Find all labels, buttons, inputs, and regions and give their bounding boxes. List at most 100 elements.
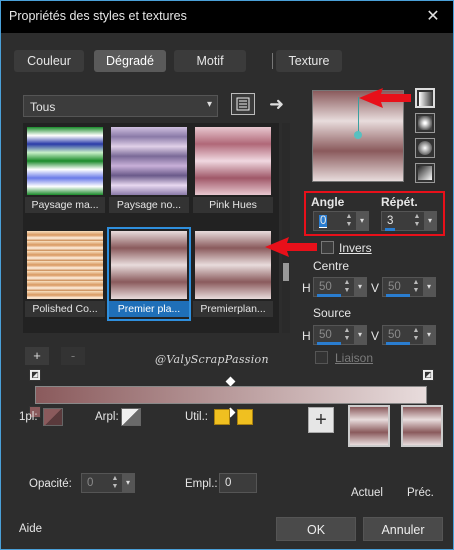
- close-icon[interactable]: ✕: [421, 6, 445, 28]
- empl-field[interactable]: 0: [219, 473, 257, 493]
- up-icon[interactable]: ▲: [342, 327, 352, 334]
- down-icon[interactable]: ▼: [342, 287, 352, 294]
- opacity-spinner[interactable]: 0 ▲ ▼ ▾: [81, 473, 135, 493]
- background-swatch[interactable]: [121, 408, 141, 426]
- add-to-swatches-button[interactable]: +: [308, 407, 334, 433]
- util-color-2[interactable]: [237, 409, 253, 425]
- center-v-slider[interactable]: [386, 294, 410, 297]
- foreground-swatch[interactable]: [43, 408, 63, 426]
- repeat-slider[interactable]: [385, 228, 395, 231]
- midpoint-handle-top[interactable]: [225, 376, 236, 387]
- tab-separator: [272, 53, 273, 69]
- previous-swatch[interactable]: [401, 405, 443, 447]
- chevron-down-icon[interactable]: ▾: [354, 326, 366, 344]
- corner-gradient-icon[interactable]: [415, 163, 435, 183]
- gradient-item[interactable]: Polished Co...: [25, 229, 105, 319]
- opacity-stop-start[interactable]: ◩: [29, 369, 41, 381]
- angle-spinner[interactable]: 0 ▲ ▼ ▾: [313, 211, 369, 231]
- gradient-label: Premier pla...: [109, 301, 189, 317]
- link-checkbox[interactable]: [315, 351, 328, 364]
- up-icon[interactable]: ▲: [412, 213, 422, 220]
- center-h-spinner[interactable]: 50 ▲ ▼ ▾: [313, 277, 367, 297]
- source-v-label: V: [371, 329, 380, 343]
- gradient-gallery: Paysage ma... Paysage no... Pink Hues Po…: [23, 123, 279, 333]
- angle-value[interactable]: 0: [319, 215, 328, 228]
- tab-degrade[interactable]: Dégradé: [94, 50, 166, 72]
- chevron-down-icon[interactable]: ▾: [356, 212, 368, 230]
- help-link[interactable]: Aide: [19, 523, 42, 535]
- ok-button[interactable]: OK: [276, 517, 356, 541]
- util-color-1[interactable]: [214, 409, 230, 425]
- gradient-bar[interactable]: [35, 386, 427, 404]
- invert-checkbox[interactable]: [321, 241, 334, 254]
- title-bar: Propriétés des styles et textures ✕: [1, 1, 453, 33]
- up-icon[interactable]: ▲: [344, 213, 354, 220]
- gradient-label: Paysage ma...: [25, 197, 105, 213]
- util-label: Util.:: [185, 411, 208, 423]
- remove-gradient-button[interactable]: -: [61, 347, 85, 365]
- window-title: Propriétés des styles et textures: [9, 9, 187, 23]
- tab-motif[interactable]: Motif: [174, 50, 246, 72]
- rectangular-gradient-icon[interactable]: [415, 113, 435, 133]
- gradient-swatch: [27, 127, 103, 195]
- library-view-button[interactable]: [231, 93, 255, 115]
- repeat-value[interactable]: 3: [387, 215, 393, 227]
- radial-gradient-icon[interactable]: [415, 138, 435, 158]
- up-icon[interactable]: ▲: [411, 327, 421, 334]
- source-h-slider[interactable]: [317, 342, 341, 345]
- scrollbar-thumb[interactable]: [283, 263, 289, 281]
- up-icon[interactable]: ▲: [110, 475, 120, 482]
- chevron-down-icon[interactable]: ▾: [423, 326, 435, 344]
- chevron-down-icon[interactable]: ▾: [423, 278, 435, 296]
- center-v-spinner[interactable]: 50 ▲ ▼ ▾: [382, 277, 436, 297]
- source-v-value[interactable]: 50: [388, 329, 401, 341]
- watermark-text: @ValyScrapPassion: [155, 353, 269, 366]
- arrow-right-icon[interactable]: ➜: [269, 94, 284, 115]
- opacity-stop-end[interactable]: ◩: [422, 369, 434, 381]
- angle-handle[interactable]: [354, 131, 362, 139]
- list-icon: [236, 97, 250, 111]
- gradient-item[interactable]: Paysage no...: [109, 125, 189, 215]
- center-v-label: V: [371, 281, 380, 295]
- gradient-item[interactable]: Pink Hues: [193, 125, 273, 215]
- category-select[interactable]: Tous ▾: [23, 95, 218, 117]
- gradient-item[interactable]: Paysage ma...: [25, 125, 105, 215]
- add-gradient-button[interactable]: +: [25, 347, 49, 365]
- empl-value[interactable]: 0: [225, 477, 231, 489]
- opacity-label: Opacité:: [29, 478, 72, 490]
- cancel-button[interactable]: Annuler: [363, 517, 443, 541]
- center-v-value[interactable]: 50: [388, 281, 401, 293]
- current-swatch[interactable]: [348, 405, 390, 447]
- gallery-scrollbar[interactable]: [282, 123, 290, 333]
- gradient-swatch: [111, 127, 187, 195]
- down-icon[interactable]: ▼: [411, 335, 421, 342]
- source-v-slider[interactable]: [386, 342, 410, 345]
- source-h-spinner[interactable]: 50 ▲ ▼ ▾: [313, 325, 367, 345]
- up-icon[interactable]: ▲: [411, 279, 421, 286]
- chevron-down-icon[interactable]: ▾: [354, 278, 366, 296]
- center-h-value[interactable]: 50: [319, 281, 332, 293]
- tab-couleur[interactable]: Couleur: [14, 50, 84, 72]
- down-icon[interactable]: ▼: [412, 221, 422, 228]
- center-h-slider[interactable]: [317, 294, 341, 297]
- source-label: Source: [313, 306, 352, 320]
- link-label: Liaison: [335, 351, 374, 365]
- chevron-down-icon[interactable]: ▾: [122, 474, 134, 492]
- gradient-swatch: [195, 127, 271, 195]
- gradient-swatch: [111, 231, 187, 299]
- gradient-item[interactable]: Premier pla...: [107, 227, 191, 321]
- angle-label: Angle: [311, 195, 345, 209]
- source-h-value[interactable]: 50: [319, 329, 332, 341]
- down-icon[interactable]: ▼: [342, 335, 352, 342]
- down-icon[interactable]: ▼: [110, 483, 120, 490]
- opacity-value[interactable]: 0: [87, 477, 93, 489]
- linear-gradient-icon[interactable]: [415, 88, 435, 108]
- down-icon[interactable]: ▼: [344, 221, 354, 228]
- gradient-item[interactable]: Premierplan...: [193, 229, 273, 319]
- source-v-spinner[interactable]: 50 ▲ ▼ ▾: [382, 325, 436, 345]
- tab-texture[interactable]: Texture: [276, 50, 342, 72]
- repeat-spinner[interactable]: 3 ▲ ▼ ▾: [381, 211, 437, 231]
- up-icon[interactable]: ▲: [342, 279, 352, 286]
- chevron-down-icon[interactable]: ▾: [424, 212, 436, 230]
- down-icon[interactable]: ▼: [411, 287, 421, 294]
